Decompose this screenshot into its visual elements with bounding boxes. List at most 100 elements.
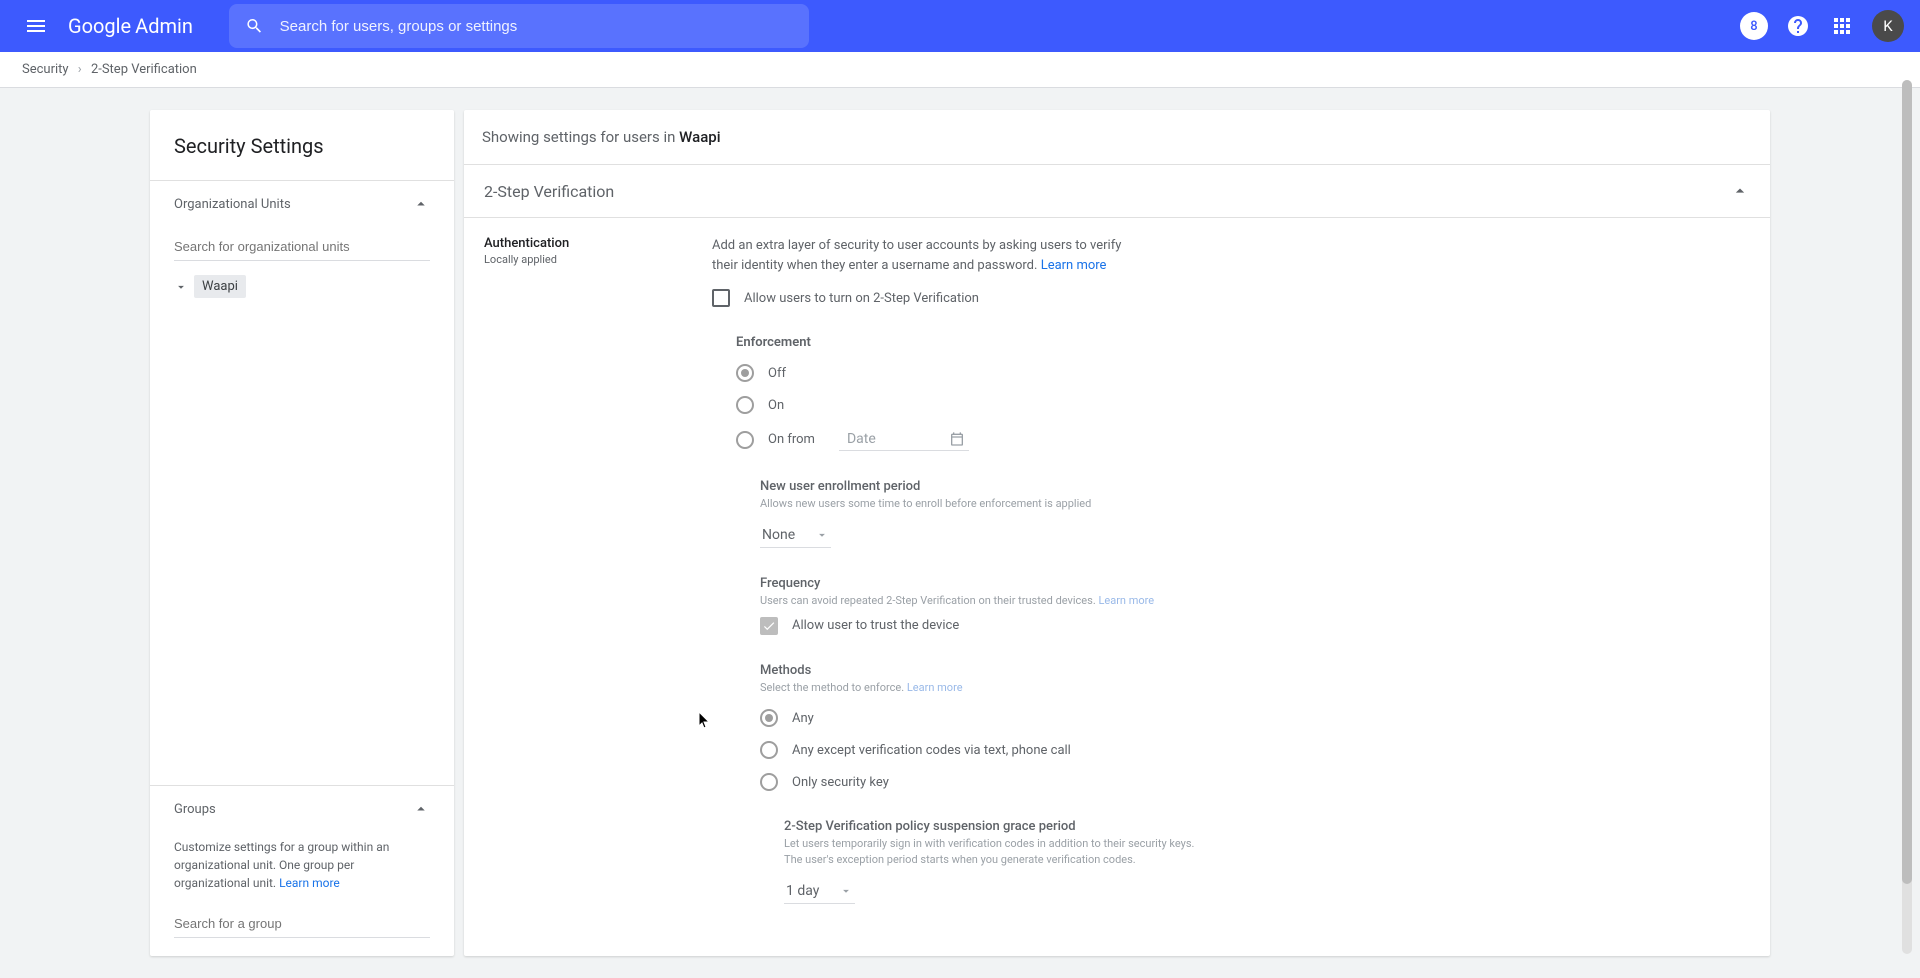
ou-section-header[interactable]: Organizational Units	[150, 180, 454, 227]
breadcrumb: Security › 2-Step Verification	[0, 52, 1920, 88]
methods-learn-link[interactable]: Learn more	[907, 681, 963, 694]
intro-text: Add an extra layer of security to user a…	[712, 236, 1142, 275]
method-any-row[interactable]: Any	[760, 709, 1750, 727]
chevron-up-icon	[412, 195, 430, 213]
app-header: Google Admin 8 K	[0, 0, 1920, 52]
sidebar-title: Security Settings	[150, 110, 454, 180]
menu-button[interactable]	[16, 6, 56, 46]
enf-onfrom-row[interactable]: On from Date	[736, 428, 1750, 451]
grace-value: 1 day	[786, 883, 819, 899]
methods-block: Methods Select the method to enforce. Le…	[760, 663, 1750, 791]
intro-learn-link[interactable]: Learn more	[1041, 258, 1107, 273]
chevron-up-icon	[412, 800, 430, 818]
methods-title: Methods	[760, 663, 1750, 678]
section-2sv-header[interactable]: 2-Step Verification	[464, 164, 1770, 217]
method-except-label: Any except verification codes via text, …	[792, 743, 1071, 758]
scrollbar[interactable]	[1902, 80, 1912, 954]
allow-2sv-checkbox[interactable]	[712, 289, 730, 307]
account-avatar[interactable]: K	[1872, 10, 1904, 42]
enf-on-label: On	[768, 398, 784, 413]
hamburger-icon	[24, 14, 48, 38]
dropdown-icon	[815, 528, 829, 542]
method-key-radio[interactable]	[760, 773, 778, 791]
new-user-dropdown[interactable]: None	[760, 521, 831, 548]
enforcement-title: Enforcement	[736, 335, 1750, 350]
enf-on-row[interactable]: On	[736, 396, 1750, 414]
logo-google: Google	[68, 14, 131, 38]
grace-dropdown[interactable]: 1 day	[784, 877, 855, 904]
grace-title: 2-Step Verification policy suspension gr…	[784, 819, 1750, 834]
enf-off-label: Off	[768, 366, 786, 381]
logo[interactable]: Google Admin	[68, 14, 193, 38]
frequency-block: Frequency Users can avoid repeated 2-Ste…	[760, 576, 1750, 634]
auth-sub: Locally applied	[484, 253, 712, 266]
section-2sv-body: Authentication Locally applied Add an ex…	[464, 217, 1770, 956]
page-body: Security Settings Organizational Units W…	[0, 88, 1920, 978]
logo-admin: Admin	[135, 14, 193, 38]
allow-2sv-row[interactable]: Allow users to turn on 2-Step Verificati…	[712, 289, 1750, 307]
method-key-row[interactable]: Only security key	[760, 773, 1750, 791]
ou-label: Waapi	[194, 275, 246, 298]
section-left-meta: Authentication Locally applied	[484, 236, 712, 938]
groups-section-body: Customize settings for a group within an…	[150, 832, 454, 956]
trust-device-label: Allow user to trust the device	[792, 618, 959, 633]
header-actions: 8 K	[1740, 10, 1904, 42]
method-any-radio[interactable]	[760, 709, 778, 727]
freq-desc: Users can avoid repeated 2-Step Verifica…	[760, 593, 1180, 608]
enf-off-radio[interactable]	[736, 364, 754, 382]
date-placeholder: Date	[847, 431, 876, 447]
ou-section-body: Waapi	[150, 227, 454, 785]
main-panel: Showing settings for users in Waapi 2-St…	[464, 110, 1770, 956]
groups-description: Customize settings for a group within an…	[174, 838, 430, 892]
apps-icon	[1830, 14, 1854, 38]
scope-header: Showing settings for users in Waapi	[464, 110, 1770, 164]
new-user-value: None	[762, 527, 795, 543]
search-box[interactable]	[229, 4, 809, 48]
allow-2sv-label: Allow users to turn on 2-Step Verificati…	[744, 291, 979, 306]
groups-search-input[interactable]	[174, 910, 430, 938]
notifications-button[interactable]: 8	[1740, 12, 1768, 40]
help-icon	[1786, 14, 1810, 38]
help-button[interactable]	[1784, 12, 1812, 40]
freq-trust-row[interactable]: Allow user to trust the device	[760, 617, 1750, 635]
apps-button[interactable]	[1828, 12, 1856, 40]
dropdown-icon	[839, 884, 853, 898]
new-user-block: New user enrollment period Allows new us…	[760, 479, 1750, 548]
freq-title: Frequency	[760, 576, 1750, 591]
method-except-radio[interactable]	[760, 741, 778, 759]
ou-header-label: Organizational Units	[174, 197, 291, 212]
new-user-title: New user enrollment period	[760, 479, 1750, 494]
enforcement-block: Enforcement Off On On from Date	[736, 335, 1750, 451]
enf-off-row[interactable]: Off	[736, 364, 1750, 382]
new-user-desc: Allows new users some time to enroll bef…	[760, 496, 1180, 511]
groups-header-label: Groups	[174, 802, 216, 817]
section-title: 2-Step Verification	[484, 182, 614, 201]
method-key-label: Only security key	[792, 775, 889, 790]
settings-sidebar: Security Settings Organizational Units W…	[150, 110, 454, 956]
ou-tree-item[interactable]: Waapi	[174, 275, 430, 298]
breadcrumb-root[interactable]: Security	[22, 62, 69, 77]
grace-desc: Let users temporarily sign in with verif…	[784, 836, 1204, 867]
methods-desc: Select the method to enforce. Learn more	[760, 680, 1180, 695]
scope-org-name: Waapi	[679, 128, 720, 146]
auth-title: Authentication	[484, 236, 712, 251]
chevron-up-icon	[1730, 181, 1750, 201]
freq-learn-link[interactable]: Learn more	[1098, 594, 1154, 607]
method-any-label: Any	[792, 711, 814, 726]
groups-section-header[interactable]: Groups	[150, 785, 454, 832]
chevron-right-icon: ›	[78, 62, 82, 77]
enf-onfrom-radio[interactable]	[736, 431, 754, 449]
enf-date-field[interactable]: Date	[839, 428, 969, 451]
trust-device-checkbox[interactable]	[760, 617, 778, 635]
enf-on-radio[interactable]	[736, 396, 754, 414]
groups-learn-link[interactable]: Learn more	[279, 876, 340, 890]
method-except-row[interactable]: Any except verification codes via text, …	[760, 741, 1750, 759]
grace-block: 2-Step Verification policy suspension gr…	[784, 819, 1750, 904]
triangle-down-icon	[174, 280, 188, 294]
calendar-icon	[949, 431, 965, 447]
scrollbar-thumb[interactable]	[1902, 80, 1912, 884]
search-input[interactable]	[280, 18, 793, 35]
check-icon	[762, 619, 776, 633]
ou-search-input[interactable]	[174, 233, 430, 261]
section-settings: Add an extra layer of security to user a…	[712, 236, 1750, 938]
